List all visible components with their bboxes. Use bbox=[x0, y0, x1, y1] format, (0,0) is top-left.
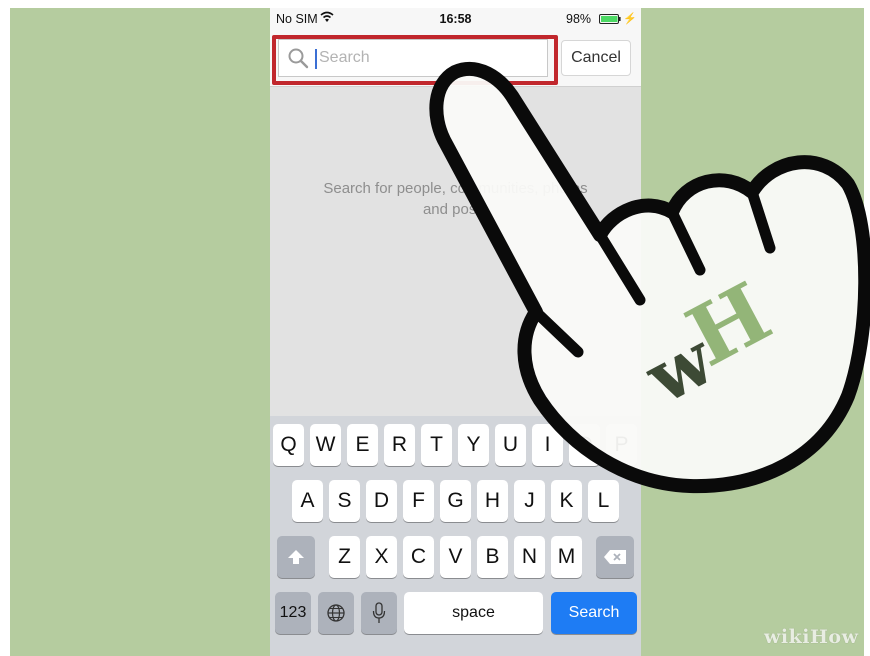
key-n[interactable]: N bbox=[514, 536, 545, 578]
globe-key[interactable] bbox=[318, 592, 354, 634]
shift-key[interactable] bbox=[277, 536, 315, 578]
cancel-button[interactable]: Cancel bbox=[561, 40, 631, 76]
search-highlight-box bbox=[272, 35, 558, 85]
numbers-key[interactable]: 123 bbox=[275, 592, 311, 634]
key-b[interactable]: B bbox=[477, 536, 508, 578]
image-frame-left bbox=[0, 0, 10, 656]
key-u[interactable]: U bbox=[495, 424, 526, 466]
globe-icon bbox=[327, 604, 345, 622]
image-frame-right bbox=[864, 0, 870, 656]
key-q[interactable]: Q bbox=[273, 424, 304, 466]
key-f[interactable]: F bbox=[403, 480, 434, 522]
key-w[interactable]: W bbox=[310, 424, 341, 466]
key-c[interactable]: C bbox=[403, 536, 434, 578]
phone-screen: No SIM 16:58 98% ⚡ Search Cancel Search … bbox=[270, 8, 641, 656]
wikihow-badge-w: w bbox=[631, 315, 728, 421]
key-i[interactable]: I bbox=[532, 424, 563, 466]
key-j[interactable]: J bbox=[514, 480, 545, 522]
battery-percent: 98% bbox=[566, 12, 592, 26]
microphone-icon bbox=[372, 602, 386, 623]
wikihow-watermark: wikiHow bbox=[764, 626, 859, 648]
search-key[interactable]: Search bbox=[551, 592, 637, 634]
wikihow-badge-h: H bbox=[672, 265, 785, 386]
key-k[interactable]: K bbox=[551, 480, 582, 522]
backspace-key[interactable] bbox=[596, 536, 634, 578]
empty-state-message: Search for people, communities, photos a… bbox=[278, 178, 633, 220]
key-s[interactable]: S bbox=[329, 480, 360, 522]
key-t[interactable]: T bbox=[421, 424, 452, 466]
key-e[interactable]: E bbox=[347, 424, 378, 466]
status-bar: No SIM 16:58 98% ⚡ bbox=[270, 8, 641, 30]
key-p[interactable]: P bbox=[606, 424, 637, 466]
key-x[interactable]: X bbox=[366, 536, 397, 578]
key-m[interactable]: M bbox=[551, 536, 582, 578]
microphone-key[interactable] bbox=[361, 592, 397, 634]
key-l[interactable]: L bbox=[588, 480, 619, 522]
key-d[interactable]: D bbox=[366, 480, 397, 522]
key-a[interactable]: A bbox=[292, 480, 323, 522]
backspace-icon bbox=[604, 550, 626, 564]
search-bar: Search Cancel bbox=[270, 30, 641, 87]
key-z[interactable]: Z bbox=[329, 536, 360, 578]
key-o[interactable]: O bbox=[569, 424, 600, 466]
key-h[interactable]: H bbox=[477, 480, 508, 522]
image-frame-top bbox=[0, 0, 870, 8]
key-v[interactable]: V bbox=[440, 536, 471, 578]
battery-icon bbox=[599, 14, 621, 24]
empty-state-line-2: and posts bbox=[422, 201, 489, 218]
key-g[interactable]: G bbox=[440, 480, 471, 522]
lightning-icon: ⚡ bbox=[623, 13, 637, 25]
shift-arrow-icon bbox=[288, 550, 304, 564]
keyboard: Q W E R T Y U I O P A S D F G H J K L Z … bbox=[270, 416, 641, 656]
space-key[interactable]: space bbox=[404, 592, 543, 634]
key-y[interactable]: Y bbox=[458, 424, 489, 466]
key-r[interactable]: R bbox=[384, 424, 415, 466]
empty-state-line-1: Search for people, communities, photos bbox=[323, 180, 588, 197]
